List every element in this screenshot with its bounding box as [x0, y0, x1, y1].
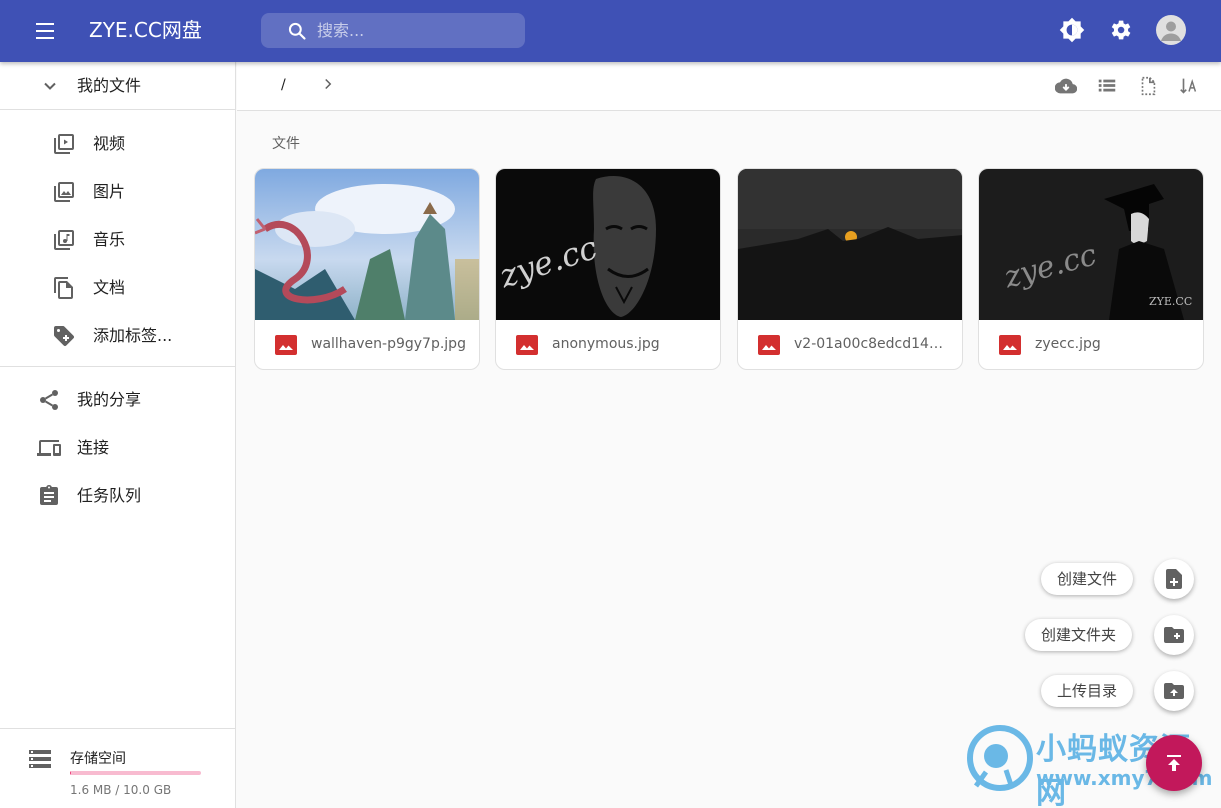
- app-title: ZYE.CC网盘: [89, 18, 202, 42]
- chevron-right-icon[interactable]: [319, 75, 337, 93]
- sidebar-item-label: 我的分享: [77, 390, 142, 409]
- sidebar-item-label: 视频: [93, 134, 126, 153]
- sidebar-item-label: 添加标签...: [93, 326, 173, 345]
- sidebar-item-my-shares[interactable]: 我的分享: [0, 377, 235, 423]
- upload-folder-label[interactable]: 上传目录: [1041, 675, 1134, 707]
- ant-logo: [967, 725, 1033, 791]
- create-file-button[interactable]: [1154, 559, 1194, 599]
- devices-icon: [37, 440, 61, 456]
- clipboard-icon: [40, 485, 58, 505]
- search-box[interactable]: [261, 13, 525, 48]
- image-file-icon: [758, 335, 780, 355]
- sidebar-item-label: 连接: [77, 438, 110, 457]
- storage-progress-fill: [70, 771, 72, 775]
- file-name: v2-01a00c8edcd140...: [794, 336, 950, 352]
- settings-gear-icon[interactable]: [1107, 17, 1133, 43]
- section-label-files: 文件: [272, 136, 300, 152]
- menu-icon[interactable]: [28, 19, 62, 43]
- image-file-icon: [275, 335, 297, 355]
- breadcrumb-root[interactable]: /: [281, 77, 286, 93]
- file-name: wallhaven-p9gy7p.jpg: [311, 336, 466, 352]
- select-all-icon[interactable]: [1137, 75, 1159, 97]
- sidebar-item-documents[interactable]: 文档: [0, 265, 235, 311]
- sidebar-item-label: 图片: [93, 182, 126, 201]
- search-input[interactable]: [317, 13, 517, 48]
- file-thumbnail: zye.cc: [496, 169, 720, 320]
- sidebar-item-label: 音乐: [93, 230, 126, 249]
- file-thumbnail: zye.cc ZYE.CC: [979, 169, 1203, 320]
- note-add-icon: [1166, 569, 1182, 589]
- image-file-icon: [999, 335, 1021, 355]
- upload-folder-icon: [1164, 683, 1184, 699]
- divider: [0, 366, 235, 367]
- file-thumbnail: [738, 169, 962, 320]
- sidebar-item-video[interactable]: 视频: [0, 121, 235, 167]
- storage-title: 存储空间: [70, 751, 126, 767]
- file-name: anonymous.jpg: [552, 336, 660, 352]
- svg-text:ZYE.CC: ZYE.CC: [1149, 295, 1192, 308]
- video-library-icon: [54, 134, 74, 154]
- file-thumbnail: [255, 169, 479, 320]
- sidebar-item-add-tag[interactable]: 添加标签...: [0, 313, 235, 359]
- sidebar-item-my-files[interactable]: 我的文件: [0, 63, 235, 109]
- sidebar-item-label: 任务队列: [77, 486, 142, 505]
- photo-library-icon: [54, 182, 74, 202]
- create-file-label[interactable]: 创建文件: [1041, 563, 1134, 595]
- image-file-icon: [516, 335, 538, 355]
- user-avatar[interactable]: [1156, 15, 1186, 45]
- sidebar-item-label: 我的文件: [77, 76, 142, 95]
- file-card[interactable]: wallhaven-p9gy7p.jpg: [254, 168, 480, 370]
- create-folder-button[interactable]: [1154, 615, 1194, 655]
- app-bar: ZYE.CC网盘: [0, 0, 1221, 62]
- search-icon: [288, 22, 306, 40]
- create-folder-icon: [1164, 627, 1184, 643]
- sidebar-item-images[interactable]: 图片: [0, 169, 235, 215]
- sort-by-name-icon[interactable]: [1178, 75, 1200, 97]
- sidebar: 我的文件 视频 图片 音乐 文档 添加标签... 我的分享 连接 任务队列 存储…: [0, 62, 236, 808]
- storage-icon: [29, 750, 51, 768]
- storage-usage: 1.6 MB / 10.0 GB: [70, 783, 172, 797]
- sidebar-item-connections[interactable]: 连接: [0, 425, 235, 471]
- upload-icon: [1167, 755, 1181, 771]
- file-card[interactable]: zye.cc ZYE.CC zyecc.jpg: [978, 168, 1204, 370]
- file-card[interactable]: v2-01a00c8edcd140...: [737, 168, 963, 370]
- list-view-icon[interactable]: [1096, 75, 1118, 97]
- main-fab-button[interactable]: [1146, 735, 1202, 791]
- file-card[interactable]: zye.cc anonymous.jpg: [495, 168, 721, 370]
- sidebar-item-task-queue[interactable]: 任务队列: [0, 473, 235, 519]
- file-name: zyecc.jpg: [1035, 336, 1101, 352]
- share-icon: [40, 390, 58, 410]
- storage-panel: 存储空间 1.6 MB / 10.0 GB: [0, 728, 235, 808]
- music-library-icon: [54, 230, 74, 250]
- divider: [0, 109, 235, 110]
- cloud-download-icon[interactable]: [1054, 75, 1078, 97]
- sidebar-item-music[interactable]: 音乐: [0, 217, 235, 263]
- storage-progress-bar: [70, 771, 201, 775]
- document-copy-icon: [54, 277, 73, 299]
- sidebar-item-label: 文档: [93, 278, 126, 297]
- theme-toggle-icon[interactable]: [1059, 17, 1085, 43]
- upload-folder-button[interactable]: [1154, 671, 1194, 711]
- add-tag-icon: [54, 326, 74, 346]
- create-folder-label[interactable]: 创建文件夹: [1025, 619, 1133, 651]
- navigation-toolbar: /: [237, 62, 1221, 111]
- chevron-down-icon[interactable]: [38, 74, 62, 98]
